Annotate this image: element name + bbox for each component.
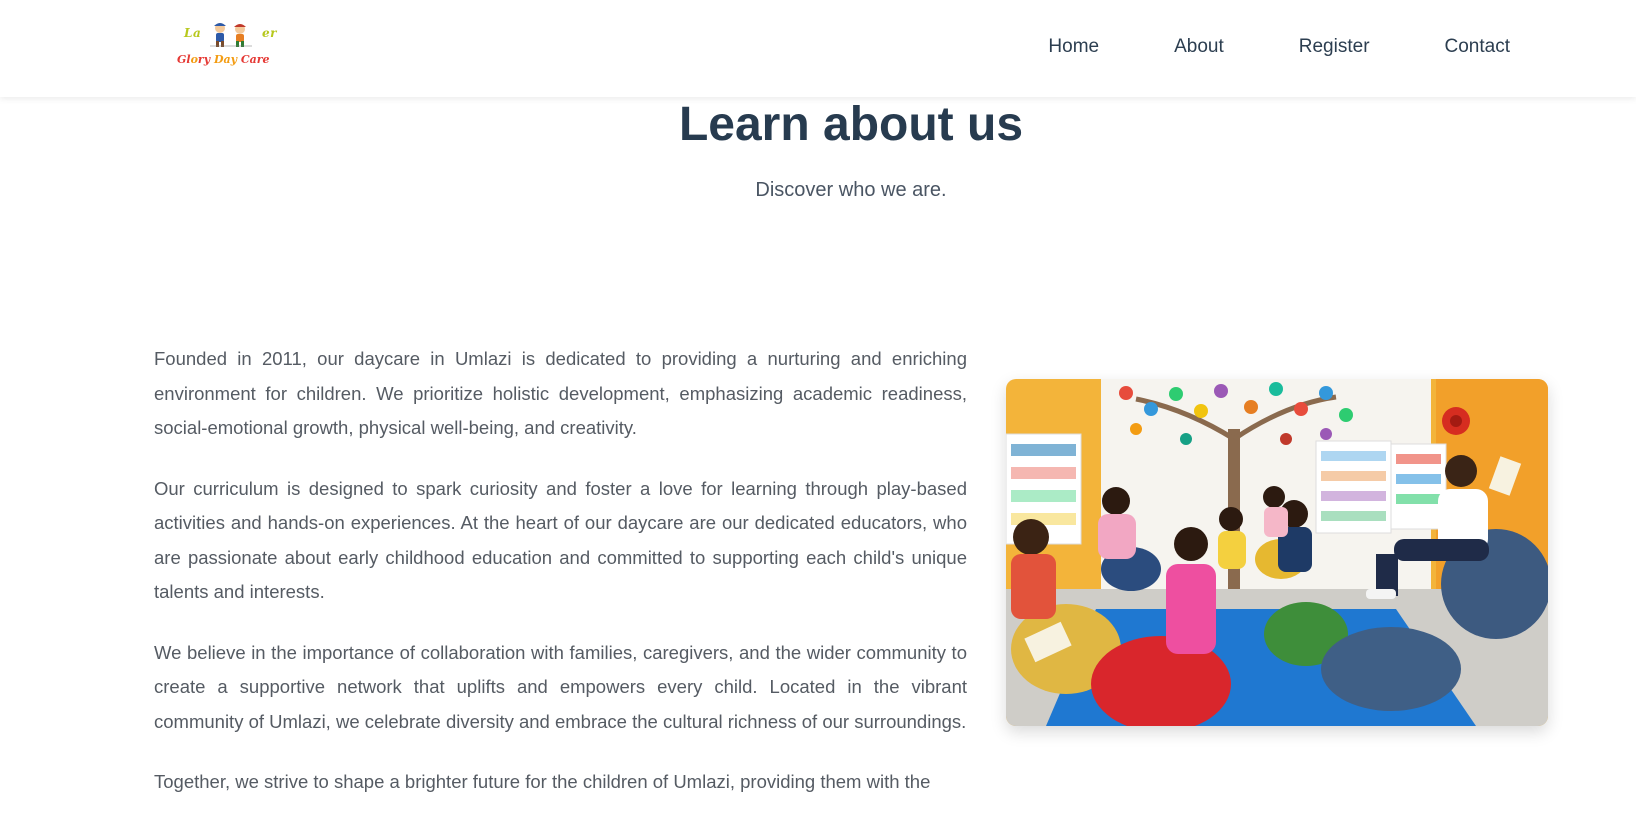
site-logo[interactable]: La er Glory Day Care xyxy=(174,20,294,72)
nav-link-about[interactable]: About xyxy=(1174,36,1224,58)
classroom-photo xyxy=(1006,379,1548,726)
about-text: Founded in 2011, our daycare in Umlazi i… xyxy=(154,342,967,820)
about-paragraph-1: Founded in 2011, our daycare in Umlazi i… xyxy=(154,348,967,438)
logo-kids-icon xyxy=(210,23,252,47)
nav-link-contact[interactable]: Contact xyxy=(1445,36,1510,58)
nav-link-register[interactable]: Register xyxy=(1299,36,1370,58)
page-subtitle: Discover who we are. xyxy=(755,179,947,201)
classroom-illustration xyxy=(1006,379,1548,726)
page-title: Learn about us xyxy=(678,98,1024,151)
logo-bottom-text: Glory Day Care xyxy=(177,53,270,66)
about-paragraph-3: We believe in the importance of collabor… xyxy=(154,641,967,732)
site-header: La er Glory Day Care Home About Register… xyxy=(0,0,1636,97)
page: La er Glory Day Care Home About Register… xyxy=(0,0,1636,820)
about-paragraph-2: Our curriculum is designed to spark curi… xyxy=(154,477,967,603)
nav-link-home[interactable]: Home xyxy=(1048,36,1099,58)
main-nav: Home About Register Contact xyxy=(1048,36,1510,58)
logo-top-text: La er xyxy=(184,26,277,40)
about-paragraph-4: Together, we strive to shape a brighter … xyxy=(154,771,931,792)
